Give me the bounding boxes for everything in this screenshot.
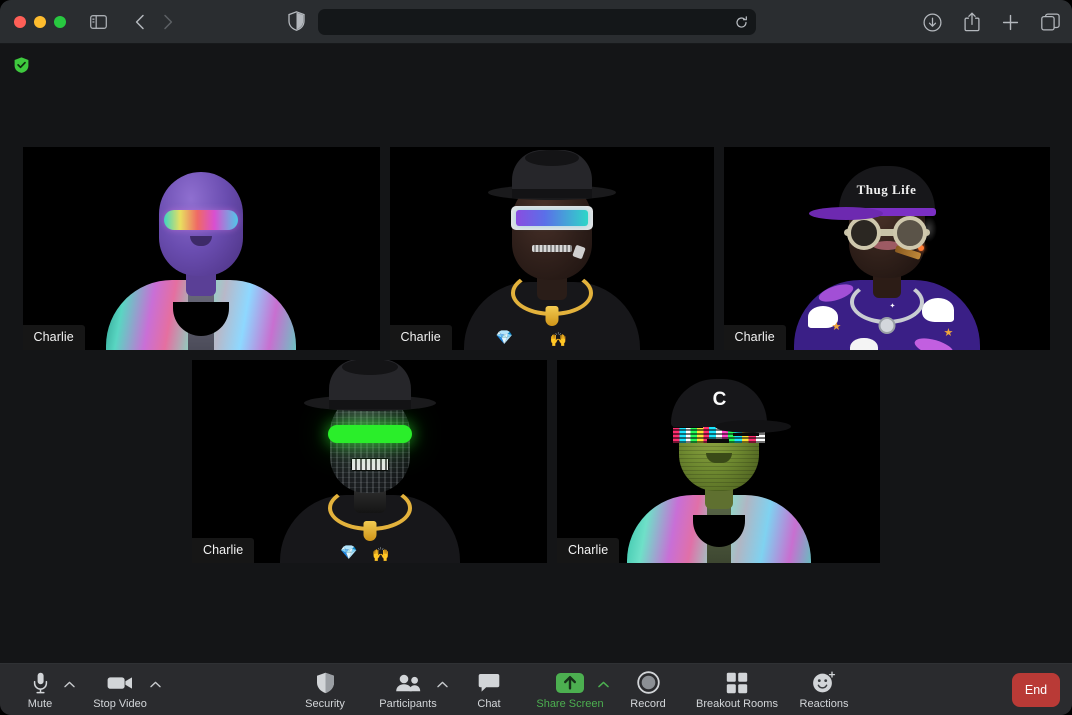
breakout-rooms-button[interactable]: Breakout Rooms (688, 664, 786, 715)
video-tile[interactable]: 💎 🙌 Charlie (192, 360, 547, 563)
microphone-icon (33, 671, 48, 695)
record-button[interactable]: Record (620, 664, 676, 715)
people-icon (395, 671, 422, 695)
end-meeting-button[interactable]: End (1012, 673, 1060, 707)
share-icon[interactable] (964, 12, 980, 32)
breakout-rooms-label: Breakout Rooms (696, 697, 778, 710)
thug-life-cap-text: Thug Life (856, 182, 917, 197)
video-tile[interactable]: C Charlie (557, 360, 880, 563)
participants-button[interactable]: Participants (375, 664, 441, 715)
video-row-1: Charlie 💎 🙌 Charlie ★ ★ ✦ Thug Life Char… (0, 147, 1072, 350)
chat-button[interactable]: Chat (466, 664, 512, 715)
toolbar-right-actions (923, 0, 1060, 44)
share-screen-icon (555, 671, 585, 695)
video-options-caret[interactable] (150, 680, 161, 690)
mute-label: Mute (27, 697, 53, 710)
browser-window: Charlie 💎 🙌 Charlie ★ ★ ✦ Thug Life Char… (0, 0, 1072, 715)
mute-button[interactable]: Mute (18, 664, 62, 715)
reactions-button[interactable]: Reactions (790, 664, 858, 715)
avatar-c-cap-glitch-visor-green: C (557, 360, 880, 563)
video-tile[interactable]: ★ ★ ✦ ✦ (723, 147, 1050, 350)
avatar-fedora-green-laser-glitch: 💎 🙌 (192, 360, 547, 563)
share-screen-options-caret[interactable] (598, 680, 609, 690)
chevron-right-icon[interactable] (157, 11, 179, 33)
plus-icon[interactable] (1002, 14, 1019, 31)
close-window-button[interactable] (14, 15, 26, 28)
diamond-emoji: 💎 (340, 544, 358, 560)
stop-video-label: Stop Video (93, 697, 147, 710)
meeting-toolbar: Mute Stop Video Security Participants Ch… (0, 663, 1072, 715)
tab-overview-icon[interactable] (1041, 13, 1060, 31)
reactions-label: Reactions (799, 697, 849, 710)
participant-name: Charlie (22, 325, 85, 350)
video-grid: Charlie 💎 🙌 Charlie ★ ★ ✦ Thug Life Char… (0, 147, 1072, 563)
participant-name: Charlie (557, 538, 620, 563)
window-traffic-lights (14, 15, 66, 28)
chevron-left-icon[interactable] (129, 11, 151, 33)
participant-name: Charlie (389, 325, 452, 350)
avatar-fedora-cyber-visor-zipped: 💎 🙌 (390, 147, 714, 350)
record-icon (636, 671, 660, 695)
nav-buttons (129, 11, 179, 33)
c-cap-text: C (712, 389, 727, 410)
shield-icon (316, 671, 335, 695)
security-label: Security (305, 697, 345, 710)
hands-emoji: 🙌 (372, 546, 390, 562)
address-bar[interactable] (318, 9, 756, 35)
participant-name: Charlie (723, 325, 786, 350)
chat-bubble-icon (478, 671, 500, 695)
hands-emoji: 🙌 (549, 331, 567, 347)
avatar-purple-visor-holo (23, 147, 380, 350)
mute-options-caret[interactable] (64, 680, 75, 690)
avatar-thug-life-cap-goggles-cigar: ★ ★ ✦ ✦ (724, 147, 1050, 350)
minimize-window-button[interactable] (34, 15, 46, 28)
video-tile[interactable]: 💎 🙌 Charlie (389, 147, 714, 350)
meeting-page: Charlie 💎 🙌 Charlie ★ ★ ✦ Thug Life Char… (0, 44, 1072, 663)
reload-icon[interactable] (735, 15, 748, 29)
shield-check-icon (14, 57, 29, 73)
browser-toolbar (0, 0, 1072, 44)
video-camera-icon (107, 671, 133, 695)
participants-label: Participants (379, 697, 437, 710)
diamond-emoji: 💎 (495, 329, 513, 345)
participant-name: Charlie (192, 538, 255, 563)
video-tile[interactable]: Charlie (22, 147, 380, 350)
privacy-shield-icon[interactable] (288, 11, 305, 31)
participants-options-caret[interactable] (437, 680, 448, 690)
video-row-2: 💎 🙌 Charlie C Charlie (0, 360, 1072, 563)
stop-video-button[interactable]: Stop Video (88, 664, 152, 715)
sidebar-icon[interactable] (90, 14, 107, 29)
smiley-plus-icon (812, 671, 836, 695)
chat-label: Chat (477, 697, 501, 710)
record-label: Record (630, 697, 666, 710)
download-icon[interactable] (923, 12, 942, 32)
maximize-window-button[interactable] (54, 15, 66, 28)
grid-squares-icon (726, 671, 748, 695)
share-screen-label: Share Screen (536, 697, 604, 710)
security-button[interactable]: Security (297, 664, 353, 715)
end-label: End (1024, 683, 1048, 697)
